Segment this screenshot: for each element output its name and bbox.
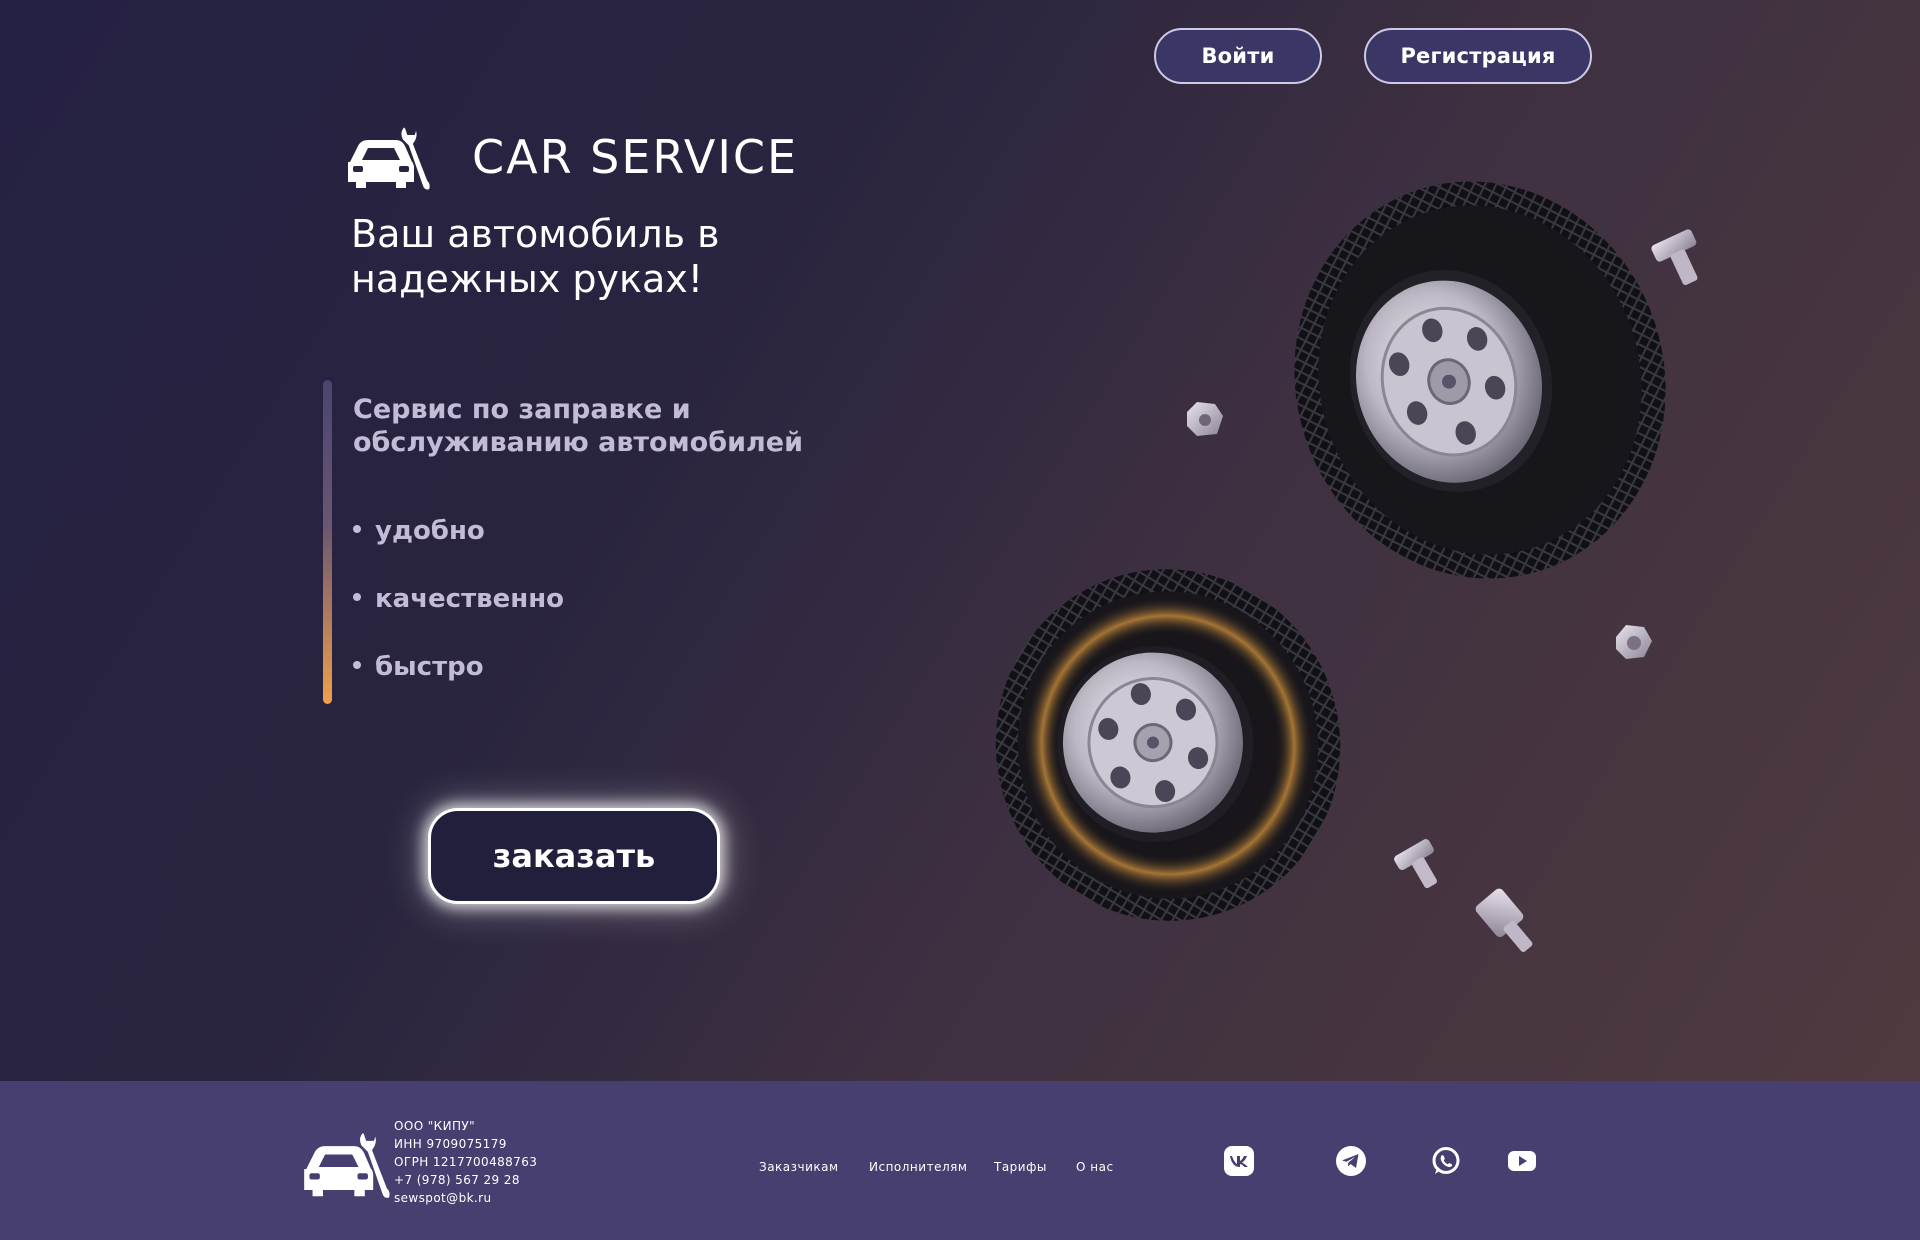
- feature-item: удобно: [353, 516, 485, 546]
- bolt-bottom-right: [1475, 888, 1533, 952]
- whatsapp-icon[interactable]: [1430, 1145, 1462, 1177]
- company-phone: +7 (978) 567 29 28: [394, 1173, 520, 1187]
- hero-tagline: Ваш автомобиль в надежных руках!: [351, 212, 911, 302]
- footer-logo-icon: [304, 1129, 392, 1200]
- footer: ООО "КИПУ" ИНН 9709075179 ОГРН 121770048…: [0, 1081, 1920, 1240]
- service-description: Сервис по заправке и обслуживанию автомо…: [353, 393, 913, 459]
- hero-section: Войти Регистрация CAR SERVICE Ваш автомо…: [0, 0, 1920, 1081]
- nav-link-contractors[interactable]: Исполнителям: [869, 1160, 967, 1174]
- feature-label: качественно: [375, 584, 565, 614]
- tire-upper: [1294, 181, 1666, 579]
- order-button[interactable]: заказать: [428, 808, 720, 904]
- car-wrench-icon: [348, 124, 432, 192]
- accent-bar: [323, 380, 332, 704]
- register-button[interactable]: Регистрация: [1364, 28, 1592, 84]
- brand-name: CAR SERVICE: [472, 130, 799, 184]
- telegram-icon[interactable]: [1335, 1145, 1367, 1177]
- tire-lower: [995, 569, 1341, 921]
- login-button[interactable]: Войти: [1154, 28, 1322, 84]
- tires-illustration: [995, 181, 1698, 952]
- vk-icon[interactable]: [1223, 1145, 1255, 1177]
- bullet-icon: [353, 660, 361, 669]
- bolt-top-right: [1651, 229, 1698, 286]
- youtube-icon[interactable]: [1506, 1145, 1538, 1177]
- bullet-icon: [353, 524, 361, 533]
- nav-link-about[interactable]: О нас: [1076, 1160, 1114, 1174]
- company-email: sewspot@bk.ru: [394, 1191, 492, 1205]
- nav-link-clients[interactable]: Заказчикам: [759, 1160, 839, 1174]
- feature-item: быстро: [353, 652, 484, 682]
- company-inn: ИНН 9709075179: [394, 1137, 507, 1151]
- tagline-line-1: Ваш автомобиль в: [351, 212, 720, 256]
- company-ogrn: ОГРН 1217700488763: [394, 1155, 538, 1169]
- bolt-bottom-left: [1394, 839, 1437, 889]
- nav-link-tariffs[interactable]: Тарифы: [994, 1160, 1047, 1174]
- feature-item: качественно: [353, 584, 564, 614]
- company-name: ООО "КИПУ": [394, 1119, 476, 1133]
- nut-left: [1187, 402, 1223, 436]
- feature-label: быстро: [375, 652, 484, 682]
- description-line-1: Сервис по заправке и: [353, 394, 691, 425]
- nut-right: [1616, 625, 1652, 659]
- tagline-line-2: надежных руках!: [351, 257, 704, 301]
- bullet-icon: [353, 592, 361, 601]
- description-line-2: обслуживанию автомобилей: [353, 427, 803, 458]
- company-info: ООО "КИПУ" ИНН 9709075179 ОГРН 121770048…: [394, 1117, 537, 1207]
- feature-label: удобно: [375, 516, 485, 546]
